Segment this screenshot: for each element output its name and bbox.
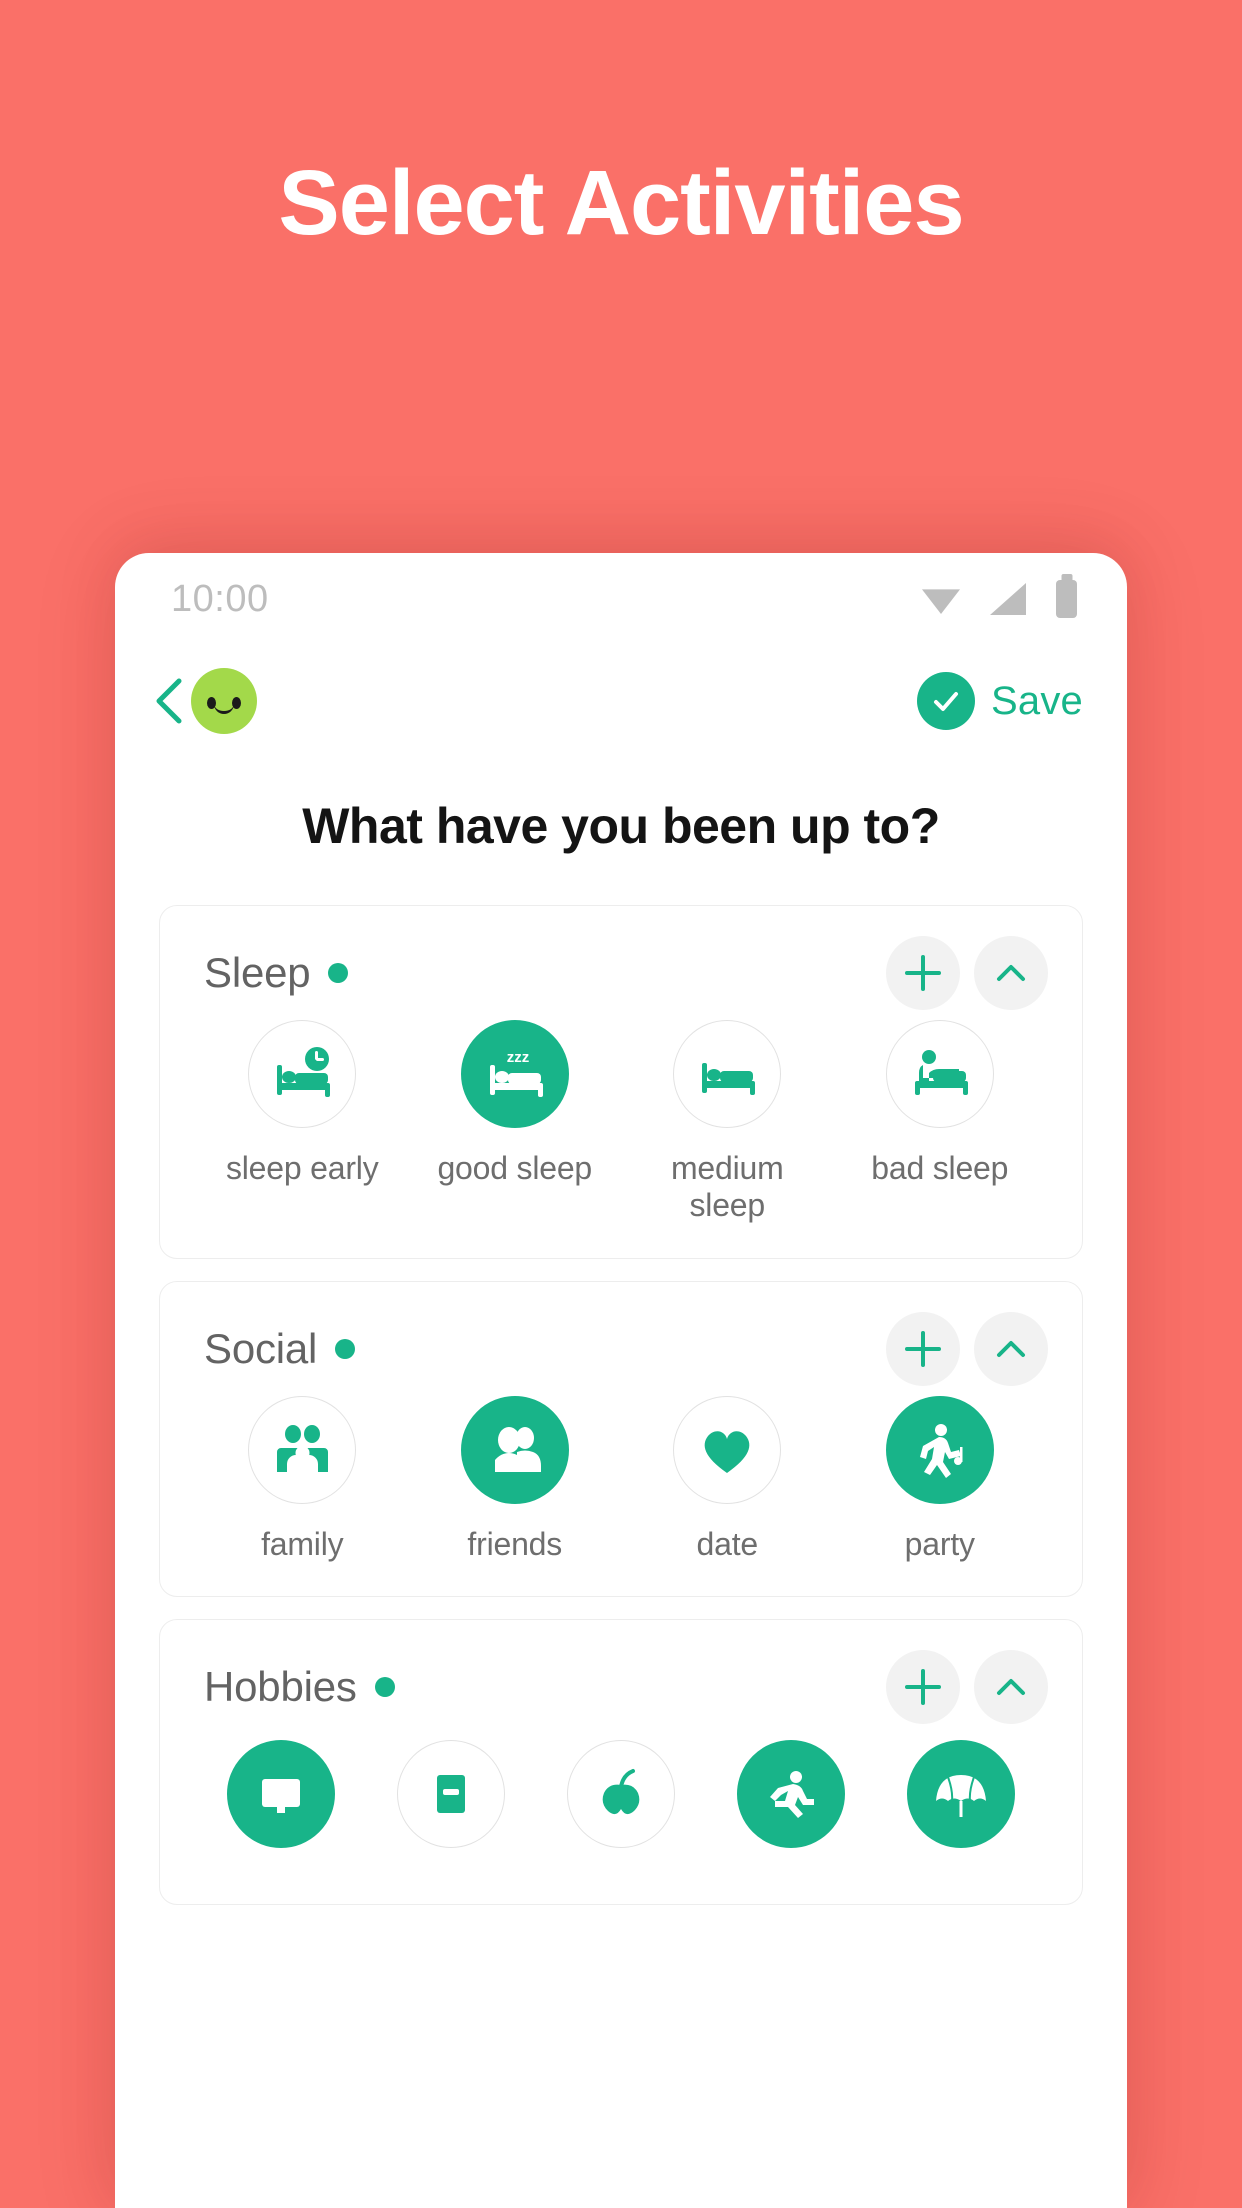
status-icons	[922, 580, 1077, 618]
question-heading: What have you been up to?	[302, 798, 940, 854]
activity-label: good sleep	[437, 1150, 593, 1186]
section-status-dot	[374, 1677, 395, 1698]
section-header: Social	[160, 1282, 1082, 1396]
section-card-sleep: Sleep sleep early zzz good sleep medium …	[159, 905, 1083, 1259]
chevron-up-icon	[997, 965, 1025, 981]
plus-icon	[905, 1330, 941, 1367]
activity-family[interactable]: family	[196, 1395, 409, 1563]
activity-hobby-plant[interactable]	[536, 1740, 706, 1870]
family-icon	[248, 1395, 357, 1504]
status-time: 10:00	[171, 577, 269, 620]
add-activity-button[interactable]	[886, 1311, 960, 1386]
section-status-dot	[328, 963, 349, 983]
plant-icon	[567, 1740, 675, 1849]
bed-awake-icon	[885, 1020, 994, 1128]
activity-hobby-running[interactable]	[706, 1740, 876, 1870]
plus-icon	[905, 955, 941, 991]
check-circle-icon	[917, 672, 976, 730]
activity-bad-sleep[interactable]: bad sleep	[834, 1020, 1047, 1224]
activity-sleep-early[interactable]: sleep early	[196, 1020, 409, 1224]
signal-icon	[990, 583, 1026, 615]
activity-row: sleep early zzz good sleep medium sleep …	[160, 1020, 1082, 1224]
heart-icon	[673, 1395, 782, 1504]
activity-label: party	[904, 1525, 975, 1562]
app-header: Save	[115, 645, 1127, 757]
activity-date[interactable]: date	[621, 1395, 834, 1563]
friends-icon	[460, 1395, 569, 1504]
chevron-left-icon[interactable]	[149, 673, 193, 729]
phone-mockup: 10:00 Save What have you been up to? Sle…	[115, 553, 1127, 2208]
wifi-icon	[922, 589, 960, 614]
activity-friends[interactable]: friends	[409, 1395, 622, 1563]
svg-text:zzz: zzz	[507, 1049, 530, 1066]
umbrella-icon	[907, 1740, 1015, 1849]
collapse-section-button[interactable]	[974, 936, 1048, 1010]
section-header: Sleep	[160, 906, 1082, 1020]
activity-label: sleep early	[225, 1150, 379, 1186]
status-bar: 10:00	[115, 553, 1127, 645]
activity-hobby-tv[interactable]	[196, 1740, 366, 1870]
running-icon	[737, 1740, 845, 1849]
chevron-up-icon	[997, 1679, 1025, 1696]
add-activity-button[interactable]	[886, 936, 960, 1010]
save-label: Save	[991, 678, 1083, 723]
activity-medium-sleep[interactable]: medium sleep	[621, 1020, 834, 1224]
activity-row: family friends date party	[160, 1395, 1082, 1563]
add-activity-button[interactable]	[886, 1650, 960, 1725]
bed-zzz-icon: zzz	[460, 1020, 569, 1128]
section-title: Hobbies	[204, 1663, 357, 1711]
tv-icon	[227, 1740, 335, 1849]
section-card-social: Social family friends date party	[159, 1280, 1083, 1598]
section-status-dot	[335, 1338, 356, 1359]
section-title: Sleep	[204, 949, 311, 996]
save-button[interactable]: Save	[917, 672, 1083, 730]
section-card-hobbies: Hobbies	[159, 1619, 1083, 1906]
activity-good-sleep[interactable]: zzz good sleep	[409, 1020, 622, 1224]
activity-hobby-umbrella[interactable]	[876, 1740, 1046, 1870]
activity-label: friends	[467, 1525, 563, 1562]
collapse-section-button[interactable]	[974, 1650, 1048, 1725]
book-icon	[397, 1740, 505, 1849]
section-header: Hobbies	[160, 1620, 1082, 1734]
section-title: Social	[204, 1324, 318, 1372]
activity-label: medium sleep	[670, 1150, 784, 1223]
activity-label: date	[696, 1525, 759, 1562]
bed-clock-icon	[248, 1020, 357, 1128]
activity-label: family	[261, 1525, 344, 1562]
plus-icon	[905, 1669, 941, 1706]
page-title: Select Activities	[278, 152, 964, 254]
avatar-mouth	[214, 702, 234, 714]
battery-icon	[1056, 580, 1077, 618]
activity-label: bad sleep	[871, 1150, 1009, 1186]
activity-row	[160, 1734, 1082, 1870]
smiley-avatar[interactable]	[191, 668, 257, 734]
chevron-up-icon	[997, 1340, 1025, 1357]
dancing-icon	[885, 1395, 994, 1504]
activity-hobby-book[interactable]	[366, 1740, 536, 1870]
activity-party[interactable]: party	[834, 1395, 1047, 1563]
collapse-section-button[interactable]	[974, 1311, 1048, 1386]
bed-icon	[673, 1020, 782, 1128]
